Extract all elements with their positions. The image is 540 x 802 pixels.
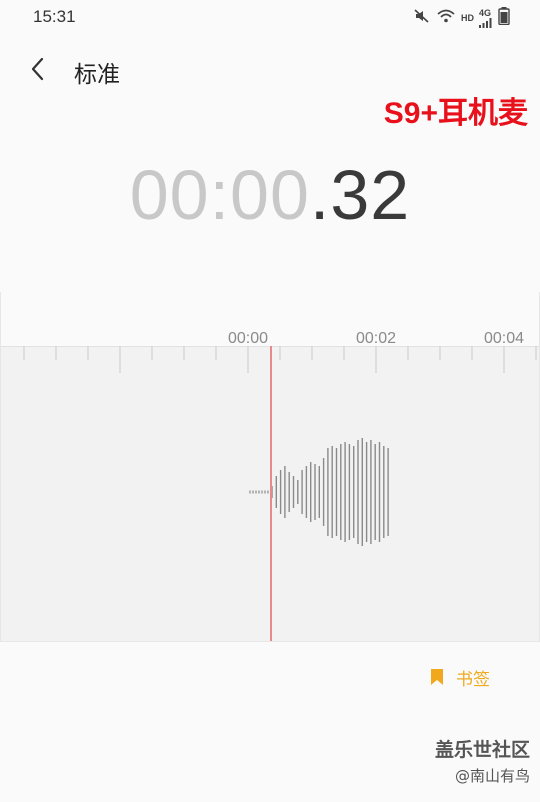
mute-icon	[413, 8, 431, 28]
network-label: 4G	[479, 7, 492, 18]
hd-label: HD	[461, 13, 474, 23]
chevron-left-icon	[31, 57, 44, 81]
status-bar: 15:31 HD 4G	[0, 0, 540, 34]
page-title: 标准	[74, 62, 120, 88]
overlay-label: S9+耳机麦	[383, 97, 528, 130]
watermark-subtitle: @南山有鸟	[454, 767, 530, 785]
signal-icon: 4G	[479, 7, 493, 28]
timer-minutes-seconds: 00:00	[129, 156, 310, 234]
back-button[interactable]	[24, 52, 54, 86]
battery-icon	[498, 7, 510, 29]
bookmark-button[interactable]: 书签	[430, 664, 490, 690]
status-icons: HD 4G	[413, 7, 510, 29]
ruler-ticks	[23, 346, 537, 373]
bookmark-label: 书签	[456, 669, 490, 690]
playhead[interactable]	[270, 346, 272, 642]
panel-divider	[0, 641, 540, 642]
timer-fraction: .32	[309, 156, 411, 234]
bookmark-icon	[431, 669, 443, 685]
status-time: 15:31	[33, 7, 76, 26]
recording-timer: 00:00.32	[0, 155, 540, 235]
watermark-title: 盖乐世社区	[434, 739, 530, 761]
wifi-icon	[436, 8, 456, 28]
timeline-ruler	[0, 292, 540, 346]
